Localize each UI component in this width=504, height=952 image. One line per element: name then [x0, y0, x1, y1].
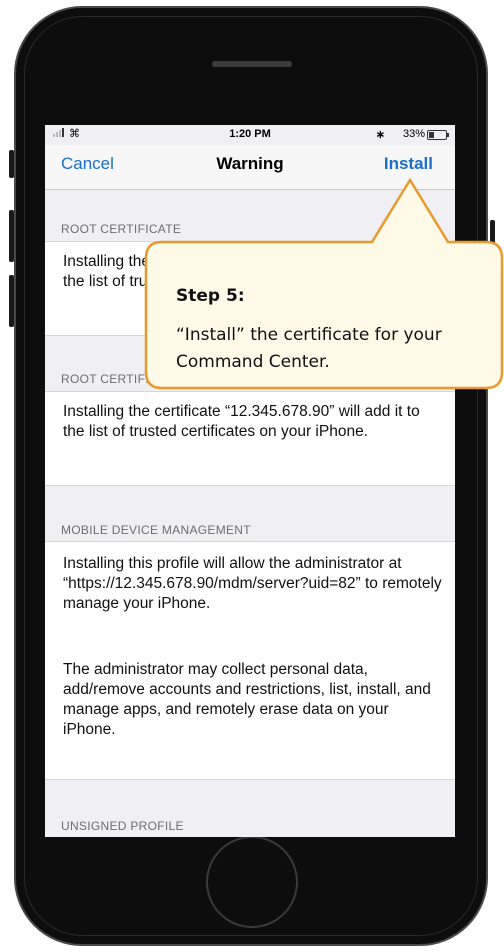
- callout-bubble: [144, 177, 504, 390]
- callout-text: “Install” the certificate for your Comma…: [176, 325, 442, 372]
- callout-title: Step 5:: [176, 286, 245, 306]
